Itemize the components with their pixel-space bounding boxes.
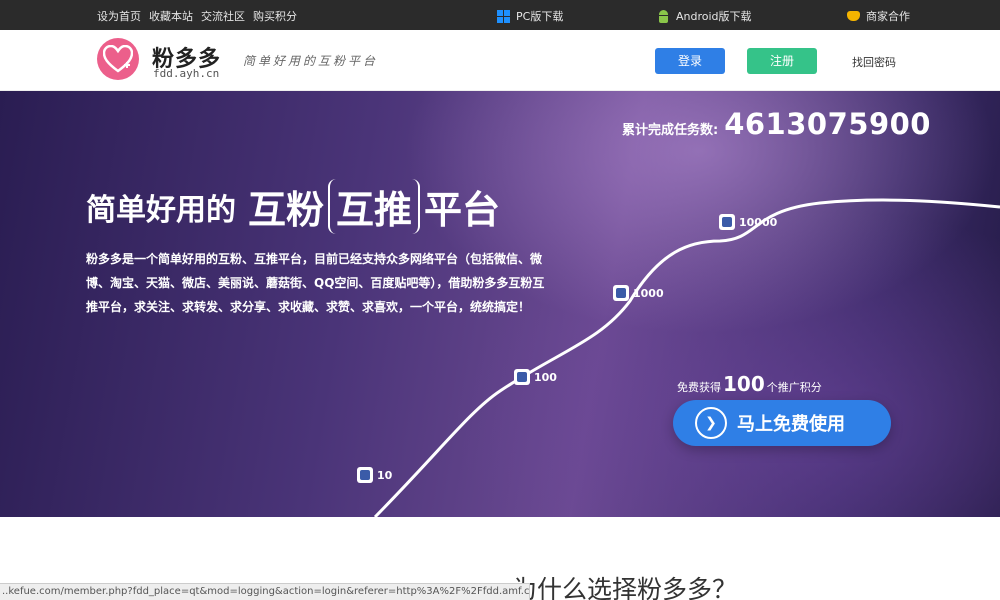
milestone-1000: 1000 [613,285,664,301]
handshake-icon [847,11,860,21]
hero-title-part2: 互粉 [248,188,325,232]
android-download-link[interactable]: Android版下载 [657,8,752,24]
chevron-right-icon: ❯ [695,407,727,439]
windows-icon [497,9,510,23]
milestone-10: 10 [357,467,392,483]
top-links: 设为首页 收藏本站 交流社区 购买积分 [97,8,297,24]
hero-title-part1: 简单好用的 [86,192,236,228]
thumbs-up-icon [514,369,530,385]
free-use-label: 马上免费使用 [737,414,845,435]
status-bar-url: ..kefue.com/member.php?fdd_place=qt&mod=… [0,583,530,600]
milestone-100: 100 [514,369,557,385]
hero-title-part4: 平台 [424,188,501,232]
android-icon [657,9,670,23]
thumbs-up-icon [357,467,373,483]
total-tasks-value: 4613075900 [724,107,931,141]
why-choose-title: 为什么选择粉多多？ [512,575,738,600]
bookmark-link[interactable]: 收藏本站 [149,8,193,24]
set-homepage-link[interactable]: 设为首页 [97,8,141,24]
heart-logo-icon[interactable] [97,38,139,80]
milestone-label: 10000 [739,215,778,229]
milestone-label: 1000 [633,286,664,300]
community-link[interactable]: 交流社区 [201,8,245,24]
buy-points-link[interactable]: 购买积分 [253,8,297,24]
milestone-10000: 10000 [719,214,777,230]
hero-banner: 累计完成任务数: 4613075900 简单好用的 互粉 互推 平台 粉多多是一… [0,91,1000,517]
milestone-label: 100 [534,370,557,384]
partner-link[interactable]: 商家合作 [847,8,910,24]
top-bar: 设为首页 收藏本站 交流社区 购买积分 PC版下载 Android版下载 商家合… [0,0,1000,30]
hero-title-part3: 互推 [328,179,421,234]
thumbs-up-icon [719,214,735,230]
free-use-button[interactable]: ❯ 马上免费使用 [673,400,891,446]
free-points-amount: 100 [723,372,765,396]
total-tasks: 累计完成任务数: 4613075900 [622,107,931,141]
logo-domain: fdd.ayh.cn [153,67,220,80]
site-slogan: 简单好用的互粉平台 [243,54,379,68]
site-header: 粉多多 fdd.ayh.cn 简单好用的互粉平台 登录 注册 找回密码 [0,30,1000,91]
forgot-password-link[interactable]: 找回密码 [852,54,896,70]
android-download-label: Android版下载 [676,10,752,23]
login-button[interactable]: 登录 [655,48,725,74]
free-points-prefix: 免费获得 [677,381,721,394]
free-points-suffix: 个推广积分 [766,381,822,394]
hero-title: 简单好用的 互粉 互推 平台 [86,179,500,234]
thumbs-up-icon [613,285,629,301]
free-points-note: 免费获得 100 个推广积分 [677,372,822,396]
total-tasks-label: 累计完成任务数: [622,123,719,138]
hero-description: 粉多多是一个简单好用的互粉、互推平台，目前已经支持众多网络平台（包括微信、微博、… [86,252,545,314]
pc-download-link[interactable]: PC版下载 [497,8,563,24]
partner-label: 商家合作 [866,10,910,23]
register-button[interactable]: 注册 [747,48,817,74]
pc-download-label: PC版下载 [516,10,564,23]
milestone-label: 10 [377,468,393,482]
